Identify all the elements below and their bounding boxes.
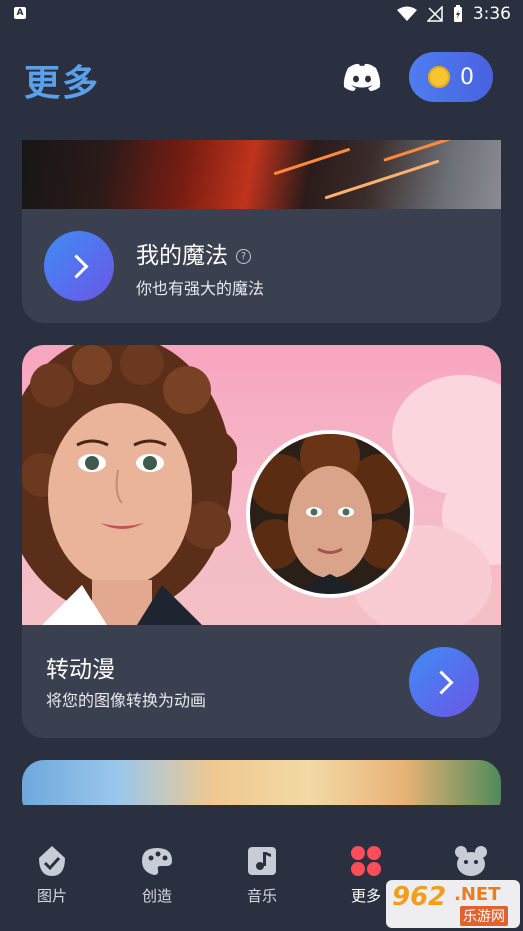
next-feature-banner-image bbox=[22, 760, 501, 805]
coin-icon bbox=[428, 66, 450, 88]
watermark-site-name: 乐游网 bbox=[460, 906, 508, 926]
nav-label: 创造 bbox=[141, 887, 172, 905]
wifi-icon bbox=[396, 6, 417, 21]
bear-icon bbox=[454, 844, 488, 878]
picture-icon bbox=[35, 844, 69, 878]
to-anime-subtitle: 将您的图像转换为动画 bbox=[46, 691, 207, 710]
my-magic-open-button[interactable] bbox=[44, 231, 114, 301]
to-anime-open-button[interactable] bbox=[409, 647, 479, 717]
site-watermark: 962 .NET 乐游网 bbox=[386, 880, 520, 928]
to-anime-title: 转动漫 bbox=[46, 657, 115, 683]
banner-streak bbox=[324, 159, 440, 200]
grid-dots-icon bbox=[349, 844, 383, 878]
anime-portrait-image bbox=[22, 345, 237, 625]
to-anime-banner-image bbox=[22, 345, 501, 625]
chevron-right-icon bbox=[63, 253, 89, 279]
watermark-number: 962 bbox=[392, 882, 447, 912]
my-magic-title-text: 我的魔法 bbox=[136, 243, 228, 269]
music-icon bbox=[245, 844, 279, 878]
next-feature-card[interactable] bbox=[22, 760, 501, 805]
my-magic-banner-image bbox=[22, 140, 501, 209]
page-title: 更多 bbox=[24, 63, 101, 104]
nav-item-pictures[interactable]: 图片 bbox=[17, 844, 87, 906]
watermark-net: .NET bbox=[454, 884, 501, 905]
no-signal-icon bbox=[426, 6, 443, 22]
palette-icon bbox=[140, 844, 174, 878]
coin-count: 0 bbox=[460, 64, 474, 90]
nav-item-profile[interactable] bbox=[436, 844, 506, 885]
banner-streak bbox=[383, 140, 451, 162]
discord-icon[interactable] bbox=[342, 62, 382, 92]
coin-balance-button[interactable]: 0 bbox=[409, 52, 493, 102]
my-magic-card[interactable]: 我的魔法? 你也有强大的魔法 bbox=[22, 140, 501, 323]
nav-item-create[interactable]: 创造 bbox=[122, 844, 192, 906]
feature-list[interactable]: 我的魔法? 你也有强大的魔法 转动漫 将您的图像转换为动画 bbox=[0, 140, 523, 805]
nav-item-music[interactable]: 音乐 bbox=[227, 844, 297, 906]
status-time: 3:36 bbox=[472, 4, 511, 24]
to-anime-card[interactable]: 转动漫 将您的图像转换为动画 bbox=[22, 345, 501, 738]
nav-label: 音乐 bbox=[246, 887, 277, 905]
chevron-right-icon bbox=[428, 669, 454, 695]
help-icon[interactable]: ? bbox=[236, 249, 251, 264]
uploaded-photo-avatar bbox=[246, 430, 414, 598]
my-magic-title: 我的魔法? bbox=[136, 236, 251, 270]
app-notification-icon: A bbox=[14, 7, 26, 19]
nav-label: 图片 bbox=[36, 887, 67, 905]
photo-portrait-image bbox=[250, 434, 410, 594]
my-magic-subtitle: 你也有强大的魔法 bbox=[136, 279, 265, 298]
status-bar: A 3:36 bbox=[0, 0, 523, 30]
banner-streak bbox=[273, 147, 351, 176]
battery-charging-icon bbox=[453, 5, 462, 22]
header: 更多 0 bbox=[0, 40, 523, 120]
